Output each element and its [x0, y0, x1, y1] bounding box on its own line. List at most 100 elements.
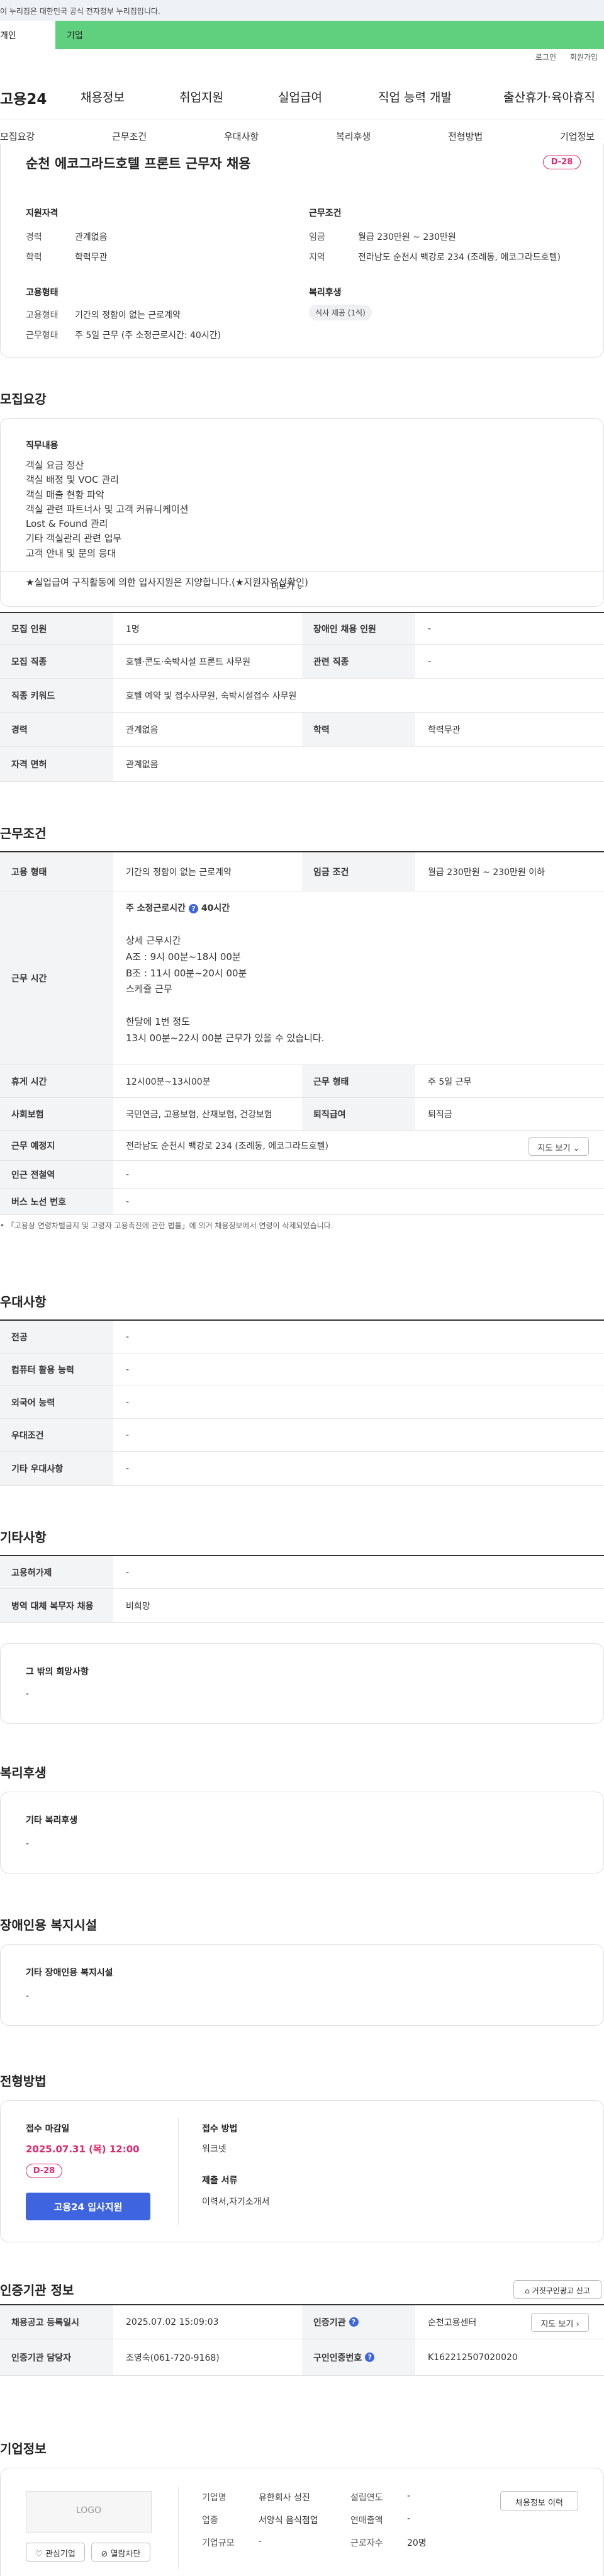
hours-label: 근무 시간 [0, 891, 113, 1065]
agency-map-button[interactable]: 지도 보기 › [531, 2313, 589, 2332]
cname-value: 유한회사 성진 [259, 2493, 310, 2503]
pref-etc-label: 기타 우대사항 [0, 1452, 113, 1485]
heart-icon: ♡ [35, 2550, 43, 2559]
other-heading: 그 밖의 희망사항 [26, 1667, 89, 1677]
tab-recruit[interactable]: 모집요강 [0, 130, 35, 143]
history-button[interactable]: 채용정보 이력 [500, 2491, 578, 2511]
bus-value: - [126, 1196, 130, 1207]
founded-label: 설립연도 [350, 2493, 383, 2503]
military-value: 비희망 [126, 1601, 150, 1612]
job-title: 순천 에코그라드호텔 프론트 근무자 채용 [26, 156, 251, 171]
report-button[interactable]: ⌂ 거짓구인광고 신고 [513, 2280, 601, 2299]
agency-value: 순천고용센터 [428, 2317, 477, 2328]
company-card: LOGO ♡ 관심기업 ⊘ 열람차단 기업명 유한회사 성진 설립연도 - 업종… [0, 2468, 604, 2576]
tab-personal[interactable]: 개인 [0, 21, 55, 49]
map-button[interactable]: 지도 보기 ⌄ [528, 1137, 589, 1156]
site-tabs: 개인 기업 [0, 21, 604, 49]
home-icon: ⌂ [525, 2286, 530, 2295]
agency-map-label: 지도 보기 [540, 2320, 574, 2329]
industry-label: 업종 [202, 2516, 218, 2526]
info-icon[interactable]: ? [349, 2317, 359, 2327]
tab-company-info[interactable]: 기업정보 [560, 130, 595, 143]
block-icon: ⊘ [101, 2550, 108, 2559]
join-link[interactable]: 회원가입 [570, 53, 598, 62]
fav-label: 관심기업 [45, 2550, 76, 2559]
keyword-label: 직종 키워드 [0, 679, 113, 712]
career-value: 관계없음 [75, 232, 108, 242]
wage-value: 월급 230만원 ~ 230만원 [358, 232, 456, 242]
duty-heading: 직무내용 [26, 441, 59, 451]
table-row: 전공 - [0, 1321, 604, 1353]
table-row: 직종 키워드 호텔 예약 및 접수사무원, 숙박시설접수 사무원 [0, 679, 604, 713]
gnb-item-employment-support[interactable]: 취업지원 [179, 88, 223, 105]
table-row: 고용허가제 - [0, 1556, 604, 1589]
more-button[interactable]: 더보기 ⌄ [271, 580, 303, 592]
job-value: 호텔·콘도·숙박시설 프론트 사무원 [126, 657, 251, 667]
agency-label: 인증기관 [313, 2317, 346, 2328]
hours-total: 40시간 [201, 903, 230, 913]
deadline-value: 2025.07.31 (목) 12:00 [26, 2144, 140, 2155]
site-logo[interactable]: 고용24 [0, 87, 47, 108]
worktype-value: 주 5일 근무 (주 소정근로시간: 40시간) [75, 330, 221, 341]
worktype-label: 근무형태 [26, 330, 59, 341]
gnb-item-job-training[interactable]: 직업 능력 개발 [378, 88, 452, 105]
reg-value: 2025.07.02 15:09:03 [126, 2317, 219, 2327]
eps-value: - [126, 1567, 130, 1578]
fav-button[interactable]: ♡ 관심기업 [26, 2543, 85, 2562]
reqno-value: K162212507020020 [428, 2352, 518, 2363]
license-label: 자격 면허 [0, 747, 113, 781]
emptype-value2: 기간의 정함이 없는 근로계약 [126, 867, 232, 878]
block-button[interactable]: ⊘ 열람차단 [91, 2543, 150, 2562]
info-icon[interactable]: ? [365, 2353, 375, 2362]
major-value: - [126, 1331, 130, 1342]
apply-button[interactable]: 고용24 입사지원 [26, 2193, 150, 2220]
hours-title: 주 소정근로시간 [126, 903, 186, 913]
pref-etc-value: - [126, 1463, 130, 1474]
workers-label: 근로자수 [350, 2538, 383, 2548]
table-row: 모집 직종 호텔·콘도·숙박시설 프론트 사무원 관련 직종 - [0, 645, 604, 679]
pref-heading: 우대사항 [0, 1294, 47, 1309]
form-value: 주 5일 근무 [428, 1076, 472, 1087]
computer-value: - [126, 1364, 130, 1375]
info-icon[interactable]: ? [189, 903, 199, 913]
manager-value: 조영숙(061-720-9168) [126, 2353, 220, 2363]
age-note: • 「고용상 연령차별금지 및 고령자 고용촉진에 관한 법률」에 의거 채용정… [0, 1221, 333, 1230]
gnb-item-jobs[interactable]: 채용정보 [81, 88, 125, 105]
method-value: 워크넷 [202, 2144, 226, 2154]
map-button-label: 지도 보기 [537, 1144, 571, 1153]
disabled-value: - [428, 623, 432, 634]
tab-screening[interactable]: 전형방법 [448, 130, 483, 143]
chevron-right-icon: › [576, 2320, 579, 2329]
tab-welfare[interactable]: 복리후생 [336, 130, 371, 143]
util-links: 로그인 회원가입 [524, 52, 598, 62]
tab-company[interactable]: 기업 [55, 21, 604, 49]
job-label: 모집 직종 [0, 645, 113, 678]
hours-detail: 상세 근무시간 A조 : 9시 00분~18시 00분 B조 : 11시 00분… [126, 935, 325, 1044]
agency-label-cell: 인증기관? [302, 2305, 415, 2339]
hours-title-row: 주 소정근로시간? 40시간 [126, 901, 230, 914]
docs-label: 제출 서류 [202, 2176, 238, 2186]
company-heading: 기업정보 [0, 2441, 47, 2456]
region-value: 전라남도 순천시 백강로 234 (조례동, 에코그라드호텔) [358, 252, 561, 263]
eps-label: 고용허가제 [0, 1556, 113, 1588]
login-link[interactable]: 로그인 [535, 53, 556, 62]
etc-table: 고용허가제 - 병역 대체 복무자 채용 비희망 [0, 1555, 604, 1623]
rec-edu-label: 학력 [302, 713, 415, 746]
license-value: 관계없음 [126, 759, 159, 770]
gnb-item-parental-leave[interactable]: 출산휴가·육아휴직 [503, 88, 595, 105]
tab-preferences[interactable]: 우대사항 [224, 130, 259, 143]
disabled-box-heading: 기타 장애인용 복지시설 [26, 1968, 113, 1978]
table-row: 휴게 시간 12시00분~13시00분 근무 형태 주 5일 근무 [0, 1065, 604, 1098]
emptype-label2: 고용 형태 [0, 852, 113, 891]
table-row: 근무 시간 주 소정근로시간? 40시간 상세 근무시간 A조 : 9시 00분… [0, 891, 604, 1065]
place-label: 근무 예정지 [0, 1131, 113, 1160]
wage-label2: 임금 조건 [302, 852, 415, 891]
etc-heading: 기타사항 [0, 1530, 47, 1545]
cname-label: 기업명 [202, 2493, 226, 2503]
global-nav: 고용24 채용정보 취업지원 실업급여 직업 능력 개발 출산휴가·육아휴직 [0, 76, 604, 120]
other-card: 그 밖의 희망사항 - [0, 1643, 604, 1724]
gnb-item-unemployment-benefit[interactable]: 실업급여 [278, 88, 322, 105]
gov-banner: 이 누리집은 대한민국 공식 전자정부 누리집입니다. [0, 0, 604, 21]
pref-cond-value: - [126, 1430, 130, 1440]
tab-work-conditions[interactable]: 근무조건 [112, 130, 147, 143]
